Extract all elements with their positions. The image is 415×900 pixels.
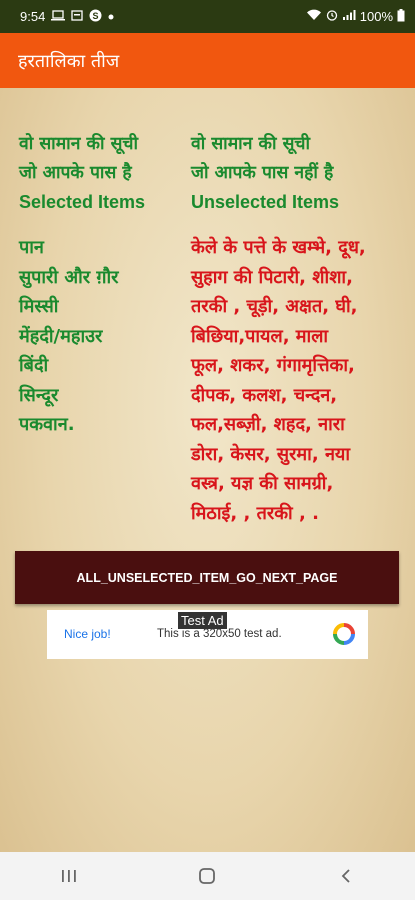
unselected-items-line: केले के पत्ते के खम्भे, दूध, <box>191 237 366 258</box>
navigation-bar <box>0 852 415 900</box>
status-time: 9:54 <box>20 9 46 24</box>
battery-icon <box>397 8 405 25</box>
signal-icon <box>342 9 356 24</box>
alarm-icon <box>326 9 338 24</box>
test-ad-label: Test Ad <box>178 612 227 629</box>
unselected-items-column: वो सामान की सूची जो आपके पास नहीं है Uns… <box>191 130 406 528</box>
selected-heading-line2: जो आपके पास है <box>19 163 132 183</box>
selected-item[interactable]: बिंदी <box>19 351 187 381</box>
selected-item[interactable]: मेंहदी/महाउर <box>19 322 187 352</box>
unselected-items-line: दीपक, कलश, चन्दन, <box>191 384 338 406</box>
unselected-heading-line1: वो सामान की सूची <box>191 134 311 154</box>
selected-item[interactable]: सिन्दूर <box>19 381 187 411</box>
selected-items-list: पान सुपारी और ग़ौर मिस्सी मेंहदी/महाउर ब… <box>19 233 187 440</box>
unselected-items-line: तरकी , चूड़ी, अक्षत, घी, <box>191 296 358 317</box>
wifi-icon <box>306 9 322 24</box>
unselected-items-line: डोरा, केसर, सुरमा, नया <box>191 443 351 465</box>
ad-logo-icon <box>332 622 356 646</box>
ad-description: This is a 320x50 test ad. <box>157 628 282 640</box>
selected-heading-en: Selected Items <box>19 192 146 212</box>
selected-heading-line1: वो सामान की सूची <box>19 134 139 154</box>
unselected-items-line: फूल, शकर, गंगामृत्तिका, <box>191 355 355 376</box>
laptop-icon <box>51 9 66 24</box>
ad-nice-text: Nice job! <box>64 627 111 641</box>
selected-item[interactable]: पान <box>19 233 187 263</box>
back-icon[interactable] <box>316 868 376 884</box>
app-bar: हरतालिका तीज <box>0 33 415 88</box>
skype-icon: S <box>89 9 102 25</box>
selected-item[interactable]: सुपारी और ग़ौर <box>19 263 187 293</box>
status-bar: 9:54 S 100% <box>0 0 415 33</box>
selected-item[interactable]: पकवान. <box>19 410 187 440</box>
home-icon[interactable] <box>177 867 237 885</box>
selected-item[interactable]: मिस्सी <box>19 292 187 322</box>
card-icon <box>71 9 83 24</box>
unselected-items-list[interactable]: केले के पत्ते के खम्भे, दूध, सुहाग की पि… <box>191 233 406 528</box>
app-title: हरतालिका तीज <box>18 50 120 72</box>
battery-percent: 100% <box>359 9 393 24</box>
unselected-items-line: सुहाग की पिटारी, शीशा, <box>191 266 353 288</box>
svg-text:S: S <box>93 11 99 21</box>
unselected-heading-line2: जो आपके पास नहीं है <box>191 163 334 183</box>
unselected-items-line: मिठाई, , तरकी , . <box>191 502 319 524</box>
recent-apps-icon[interactable] <box>39 868 99 884</box>
unselected-items-line: फल,सब्ज़ी, शहद, नारा <box>191 414 345 435</box>
dot-icon <box>108 11 114 23</box>
go-next-page-button[interactable]: ALL_UNSELECTED_ITEM_GO_NEXT_PAGE <box>15 551 399 604</box>
selected-items-column: वो सामान की सूची जो आपके पास है Selected… <box>19 130 187 440</box>
unselected-heading-en: Unselected Items <box>191 192 340 212</box>
unselected-items-line: वस्त्र, यज्ञ की सामग्री, <box>191 473 334 494</box>
unselected-items-line: बिछिया,पायल, माला <box>191 325 329 347</box>
